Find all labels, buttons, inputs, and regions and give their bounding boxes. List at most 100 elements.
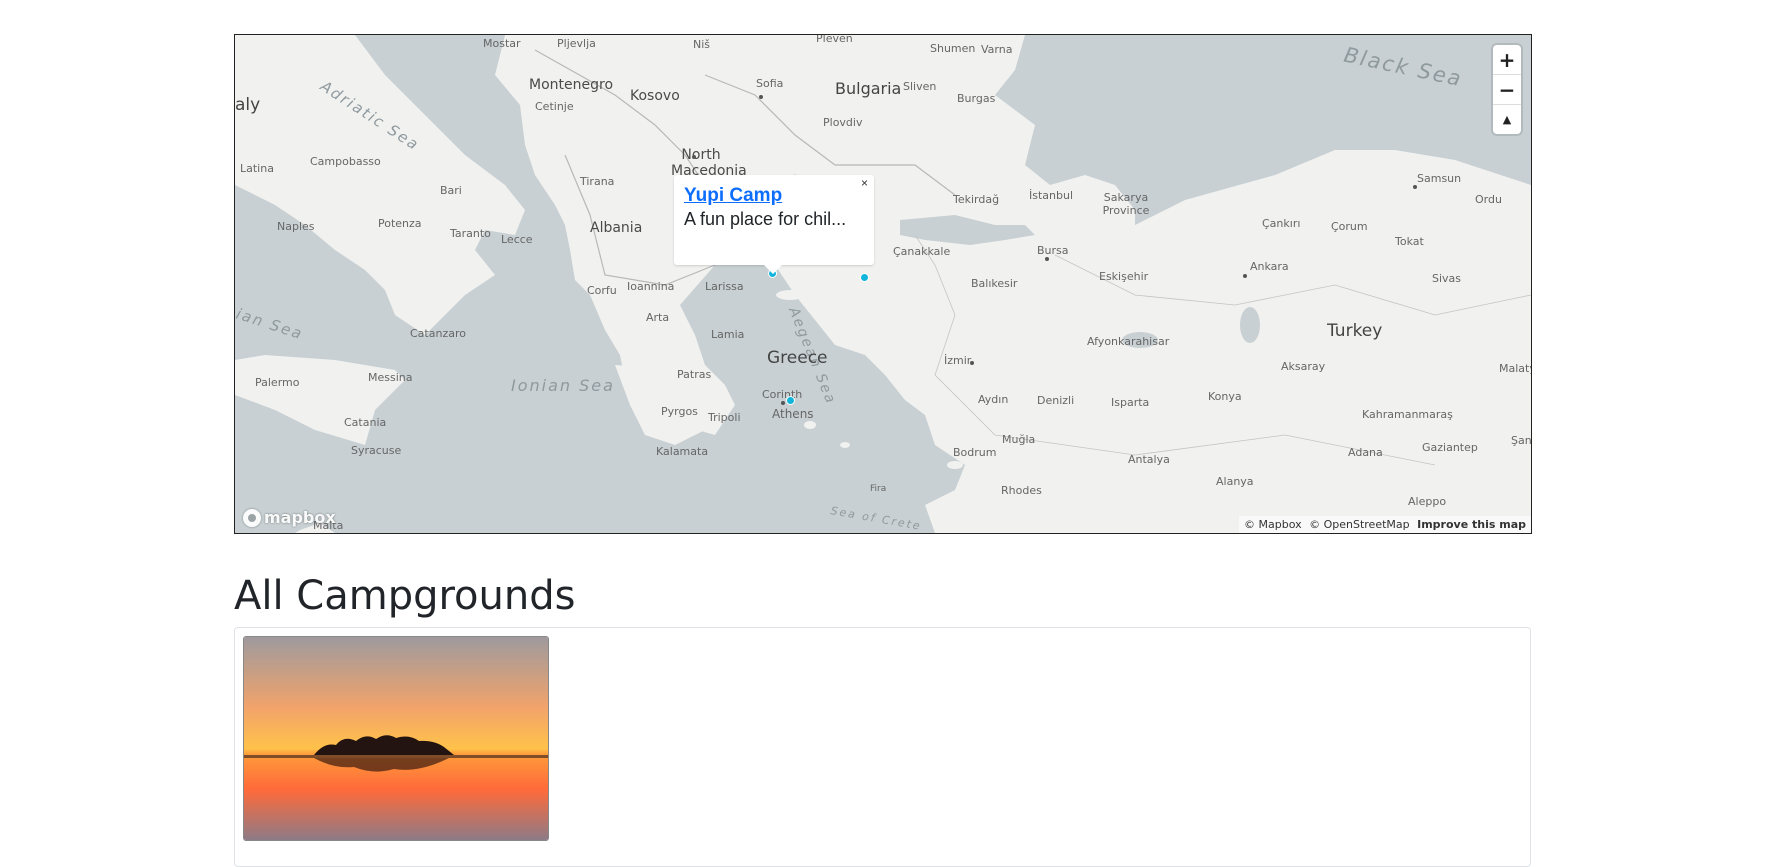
city-label: Bari <box>440 184 462 197</box>
city-label: Tekirdağ <box>953 193 1000 206</box>
city-label: İstanbul <box>1029 189 1074 202</box>
city-label: Mostar <box>483 37 521 50</box>
city-label: Shumen <box>930 42 976 55</box>
city-label: Aydın <box>978 393 1009 406</box>
city-label: Plovdiv <box>823 116 863 129</box>
city-label: Burgas <box>957 92 996 105</box>
city-dot <box>1045 257 1049 261</box>
map-attribution: © Mapbox © OpenStreetMap Improve this ma… <box>1239 516 1531 533</box>
city-label: Campobasso <box>310 155 381 168</box>
mapbox-logo-text: mapbox <box>264 508 336 527</box>
city-label: Eskişehir <box>1099 270 1149 283</box>
campground-marker[interactable] <box>786 396 795 405</box>
city-label: Adana <box>1348 446 1383 459</box>
city-label: İzmir <box>944 354 972 367</box>
popup-campground-link[interactable]: Yupi Camp <box>684 185 864 207</box>
city-label: Messina <box>368 371 413 384</box>
city-label: Lecce <box>501 233 533 246</box>
city-label: Ankara <box>1250 260 1289 273</box>
map-popup: × Yupi Camp A fun place for chil... <box>674 175 874 274</box>
attribution-mapbox-link[interactable]: © Mapbox <box>1244 518 1302 531</box>
city-label: Aleppo <box>1408 495 1447 508</box>
city-label: Pyrgos <box>661 405 698 418</box>
city-label: Alanya <box>1216 475 1254 488</box>
city-dot <box>781 401 785 405</box>
city-label: Cetinje <box>535 100 574 113</box>
attribution-osm-link[interactable]: © OpenStreetMap <box>1309 518 1410 531</box>
page-title: All Campgrounds <box>234 573 576 619</box>
city-label: Sakarya Province <box>1102 191 1150 217</box>
city-label: Arta <box>646 311 670 324</box>
city-label: Isparta <box>1111 396 1150 409</box>
city-label: Fira <box>870 484 887 494</box>
city-label: Kalamata <box>656 445 709 458</box>
city-label: Rhodes <box>1001 484 1042 497</box>
city-label: Kahramanmaraş <box>1362 408 1453 421</box>
city-label: Malatya <box>1499 362 1531 375</box>
city-label: Aksaray <box>1281 360 1326 373</box>
country-label: Montenegro <box>529 77 614 93</box>
city-label: Konya <box>1208 390 1242 403</box>
city-label: Tirana <box>580 175 615 188</box>
city-label: Afyonkarahisar <box>1087 335 1170 348</box>
city-label: Bodrum <box>953 446 997 459</box>
city-label: Catanzaro <box>410 327 466 340</box>
city-label: Sivas <box>1432 272 1462 285</box>
city-label: Corfu <box>587 284 617 297</box>
city-dot <box>692 155 696 159</box>
city-label: Potenza <box>378 217 422 230</box>
city-dot <box>759 95 763 99</box>
map-navigation-control: + − ▲ <box>1493 45 1521 134</box>
city-label: Gaziantep <box>1422 441 1478 454</box>
city-label: Çorum <box>1331 220 1368 233</box>
campground-image[interactable] <box>243 636 549 841</box>
campground-map[interactable]: Black Sea Adriatic Sea Ionian Sea Aegean… <box>234 34 1532 534</box>
sea-label: Ionian Sea <box>511 376 615 395</box>
city-label: Patras <box>677 368 712 381</box>
mapbox-logo[interactable]: mapbox <box>243 508 336 527</box>
city-dot <box>1413 185 1417 189</box>
city-dot <box>970 361 974 365</box>
city-label: Niš <box>693 38 711 51</box>
city-label: Varna <box>981 43 1013 56</box>
city-label: Taranto <box>450 227 491 240</box>
city-label: Pljevlja <box>557 37 596 50</box>
campground-card <box>234 627 1531 867</box>
city-label: Sofia <box>756 77 784 90</box>
compass-button[interactable]: ▲ <box>1493 105 1521 134</box>
city-label: Lamia <box>711 328 745 341</box>
zoom-in-button[interactable]: + <box>1493 45 1521 75</box>
city-label: Samsun <box>1417 172 1462 185</box>
mapbox-logo-icon <box>243 508 261 527</box>
city-label: Bursa <box>1037 244 1069 257</box>
zoom-out-button[interactable]: − <box>1493 75 1521 105</box>
city-label: Syracuse <box>351 444 402 457</box>
popup-close-button[interactable]: × <box>861 176 868 190</box>
country-label: Bulgaria <box>835 79 902 98</box>
city-label: Pleven <box>816 34 853 45</box>
city-label: Tripoli <box>708 411 741 424</box>
city-label: Catania <box>344 416 387 429</box>
city-label: Muğla <box>1002 433 1036 446</box>
improve-map-link[interactable]: Improve this map <box>1417 518 1526 531</box>
city-label: Ordu <box>1475 193 1502 206</box>
city-label: Sliven <box>903 80 937 93</box>
country-label: Turkey <box>1327 321 1383 341</box>
country-label: Greece <box>767 348 828 368</box>
city-label: Denizli <box>1037 394 1075 407</box>
popup-description: A fun place for chil... <box>684 209 847 229</box>
map-basemap <box>235 35 1531 533</box>
city-label: Latina <box>240 162 274 175</box>
country-label: Albania <box>590 220 643 236</box>
city-label: Naples <box>277 220 315 233</box>
city-label: Athens <box>772 407 814 421</box>
city-label: Corinth <box>762 388 803 401</box>
city-label: Palermo <box>255 376 300 389</box>
city-label: Tokat <box>1395 235 1424 248</box>
city-label: Ioannina <box>627 280 675 293</box>
campground-marker[interactable] <box>860 273 869 282</box>
country-label: aly <box>235 95 261 115</box>
city-label: Çankırı <box>1262 217 1301 230</box>
city-label: Şanlıurfa <box>1511 434 1532 447</box>
city-label: Balıkesir <box>971 277 1018 290</box>
